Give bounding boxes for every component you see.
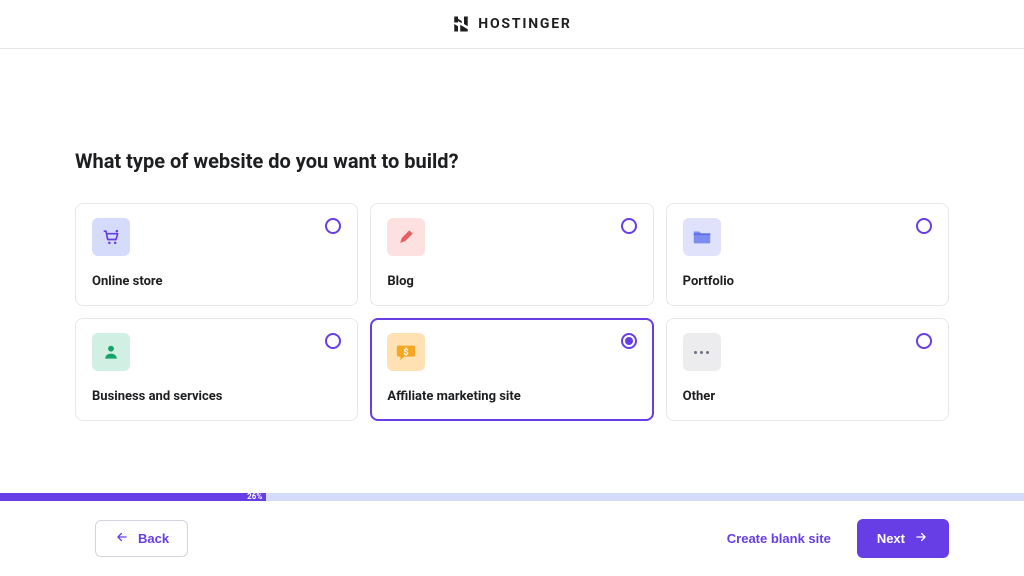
option-online-store[interactable]: Online store (75, 203, 358, 306)
hostinger-icon (452, 15, 470, 33)
brand-name: HOSTINGER (478, 16, 571, 32)
progress-bar: 26% (0, 493, 1024, 501)
option-label: Blog (387, 274, 636, 289)
back-label: Back (138, 531, 169, 546)
option-other[interactable]: Other (666, 318, 949, 421)
ellipsis-icon (683, 333, 721, 371)
progress-fill: 26% (0, 493, 266, 501)
option-label: Online store (92, 274, 341, 289)
header: HOSTINGER (0, 0, 1024, 49)
blank-label: Create blank site (727, 531, 831, 546)
option-label: Portfolio (683, 274, 932, 289)
option-affiliate[interactable]: $ Affiliate marketing site (370, 318, 653, 421)
svg-text:$: $ (404, 347, 409, 358)
radio-indicator (916, 333, 932, 349)
option-portfolio[interactable]: Portfolio (666, 203, 949, 306)
radio-indicator (325, 333, 341, 349)
next-label: Next (877, 531, 905, 546)
radio-indicator (916, 218, 932, 234)
footer: Back Create blank site Next (0, 501, 1024, 576)
create-blank-button[interactable]: Create blank site (727, 531, 831, 546)
options-grid: Online store Blog Portfolio (75, 203, 949, 421)
next-button[interactable]: Next (857, 519, 949, 558)
cart-icon (92, 218, 130, 256)
main-content: What type of website do you want to buil… (0, 49, 1024, 421)
option-label: Business and services (92, 389, 341, 404)
radio-indicator (621, 218, 637, 234)
option-blog[interactable]: Blog (370, 203, 653, 306)
person-icon (92, 333, 130, 371)
footer-right: Create blank site Next (727, 519, 949, 558)
option-business[interactable]: Business and services (75, 318, 358, 421)
option-label: Affiliate marketing site (387, 389, 636, 404)
pencil-icon (387, 218, 425, 256)
page-title: What type of website do you want to buil… (75, 149, 949, 173)
brand-logo: HOSTINGER (452, 15, 571, 33)
dollar-chat-icon: $ (387, 333, 425, 371)
radio-indicator (621, 333, 637, 349)
progress-label: 26% (247, 492, 262, 501)
arrow-left-icon (114, 530, 130, 547)
folder-icon (683, 218, 721, 256)
radio-indicator (325, 218, 341, 234)
back-button[interactable]: Back (95, 520, 188, 557)
arrow-right-icon (913, 530, 929, 547)
option-label: Other (683, 389, 932, 404)
